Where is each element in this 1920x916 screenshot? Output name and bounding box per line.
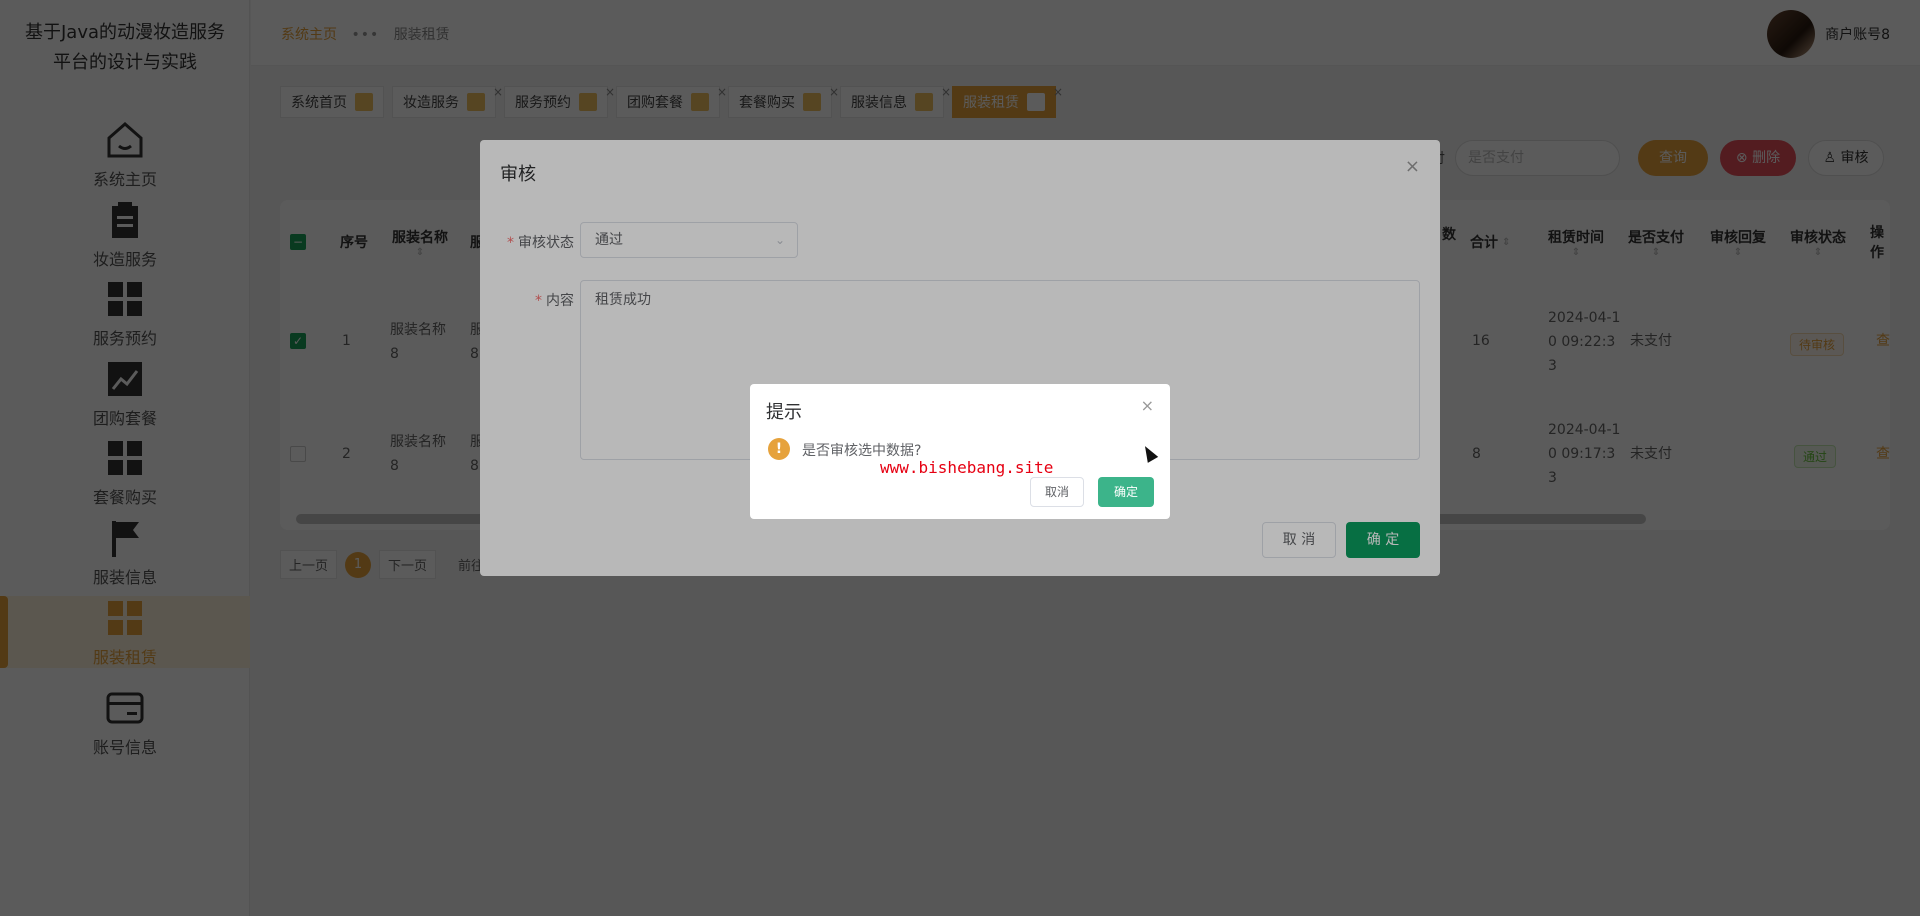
msgbox-title: 提示 (766, 402, 802, 423)
msgbox-message: 是否审核选中数据? (802, 443, 922, 459)
confirm-message-box: 提示 × ! 是否审核选中数据? www.bishebang.site 取消 确… (750, 384, 1170, 519)
close-icon[interactable]: × (1141, 396, 1154, 415)
watermark: www.bishebang.site (880, 458, 1054, 477)
msgbox-cancel-button[interactable]: 取消 (1030, 477, 1084, 507)
warning-icon: ! (768, 438, 790, 460)
msgbox-confirm-button[interactable]: 确定 (1098, 477, 1154, 507)
